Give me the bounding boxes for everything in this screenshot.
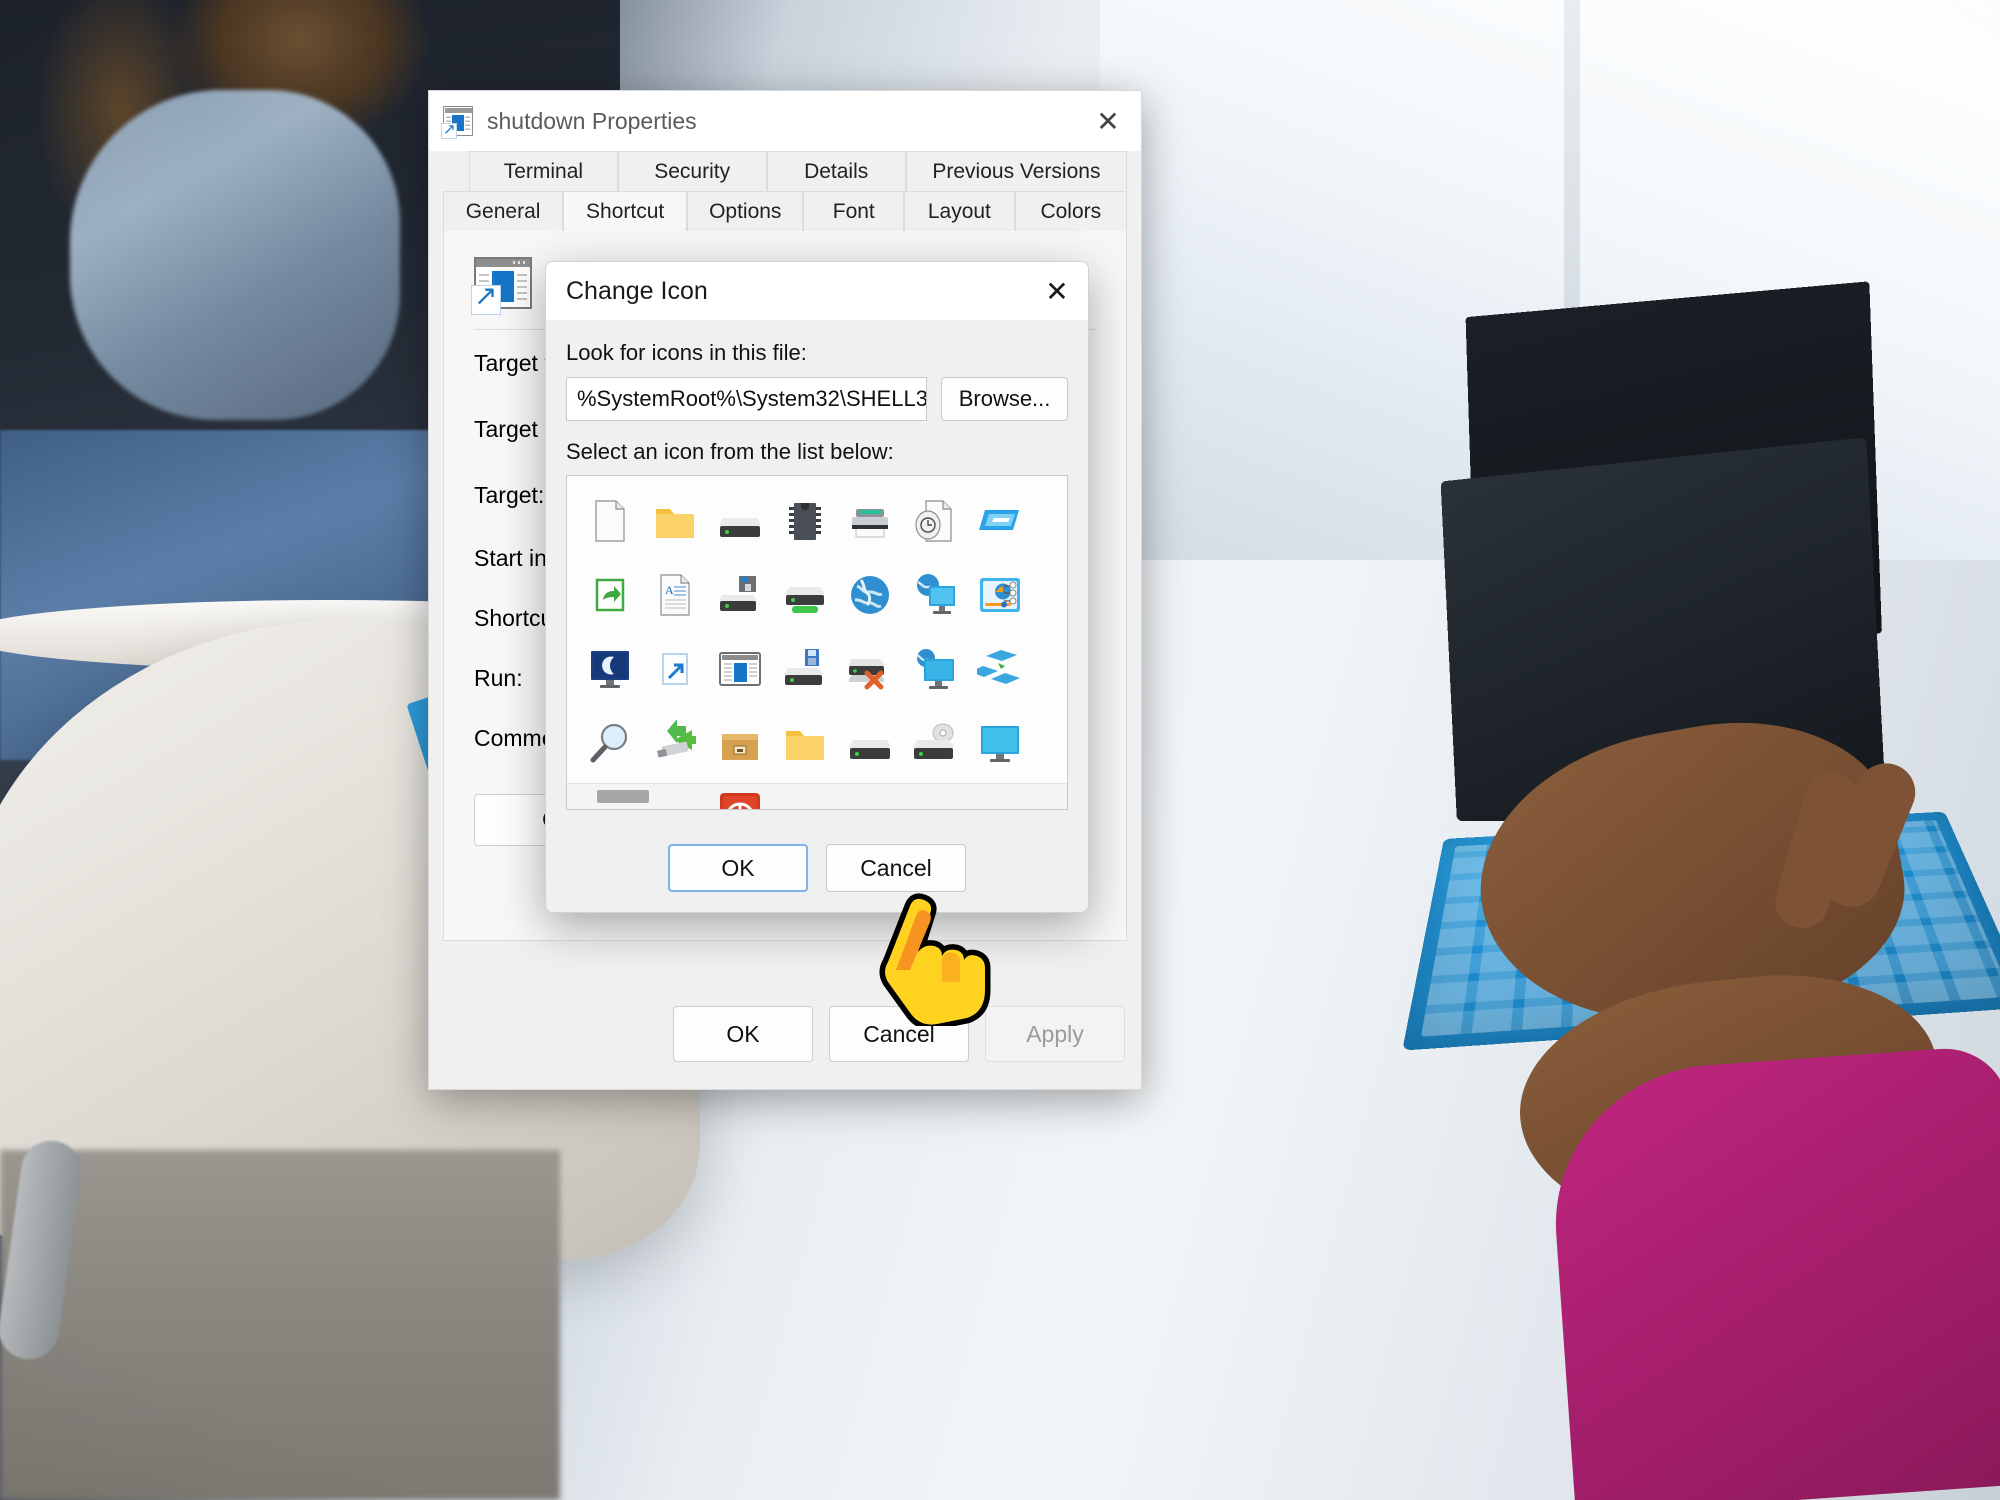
- ok-button[interactable]: OK: [668, 844, 808, 892]
- monitor-icon[interactable]: [967, 706, 1032, 780]
- disk-drive-icon[interactable]: [837, 706, 902, 780]
- globe-monitor-icon[interactable]: [902, 558, 967, 632]
- console-window-icon[interactable]: [707, 632, 772, 706]
- floppy-drive-icon[interactable]: [707, 558, 772, 632]
- shortcut-window-icon-large: [471, 257, 532, 315]
- sleep-monitor-icon[interactable]: [577, 632, 642, 706]
- tab-strip: Terminal Security Details Previous Versi…: [429, 151, 1141, 231]
- globe-icon[interactable]: [837, 558, 902, 632]
- shortcut-arrow-icon[interactable]: [642, 632, 707, 706]
- tab-previous-versions[interactable]: Previous Versions: [905, 151, 1128, 191]
- window-title: shutdown Properties: [487, 107, 697, 134]
- green-share-arrow-icon[interactable]: [577, 558, 642, 632]
- horizontal-scrollbar[interactable]: [567, 783, 1067, 809]
- close-icon[interactable]: ✕: [1026, 262, 1088, 320]
- icon-grid: A: [577, 484, 1067, 809]
- floppy-disk-drive-icon[interactable]: [772, 632, 837, 706]
- close-icon[interactable]: ✕: [1075, 91, 1141, 151]
- cd-drive-icon[interactable]: [902, 706, 967, 780]
- open-folder-icon[interactable]: [772, 706, 837, 780]
- hard-drive-icon[interactable]: [707, 484, 772, 558]
- ok-button[interactable]: OK: [673, 1006, 813, 1062]
- change-icon-body: Look for icons in this file: %SystemRoot…: [546, 320, 1088, 810]
- network-screens-icon[interactable]: [967, 632, 1032, 706]
- svg-text:A: A: [665, 583, 674, 597]
- blank-document-icon[interactable]: [577, 484, 642, 558]
- printer-icon[interactable]: [837, 484, 902, 558]
- tab-general[interactable]: General: [443, 191, 564, 231]
- network-monitor-icon[interactable]: [902, 632, 967, 706]
- cancel-button[interactable]: Cancel: [829, 1006, 969, 1062]
- green-drive-icon[interactable]: [772, 558, 837, 632]
- usb-eject-icon[interactable]: [642, 706, 707, 780]
- tab-details[interactable]: Details: [766, 151, 906, 191]
- shortcut-window-icon: [441, 106, 473, 139]
- icon-list-label: Select an icon from the list below:: [566, 439, 894, 464]
- package-box-icon[interactable]: [707, 706, 772, 780]
- icon-file-input[interactable]: %SystemRoot%\System32\SHELL32.: [566, 377, 928, 421]
- disconnected-drive-icon[interactable]: [837, 632, 902, 706]
- tab-layout[interactable]: Layout: [904, 191, 1015, 231]
- icon-list-box[interactable]: A: [566, 475, 1068, 810]
- tab-terminal[interactable]: Terminal: [469, 151, 618, 191]
- tab-security[interactable]: Security: [617, 151, 767, 191]
- tab-font[interactable]: Font: [803, 191, 905, 231]
- change-icon-dialog: Change Icon ✕ Look for icons in this fil…: [545, 261, 1089, 913]
- document-clock-icon[interactable]: [902, 484, 967, 558]
- properties-footer: OK Cancel Apply: [429, 979, 1141, 1089]
- tab-colors[interactable]: Colors: [1014, 191, 1127, 231]
- change-icon-footer: OK Cancel: [546, 824, 1088, 912]
- apply-button: Apply: [985, 1006, 1125, 1062]
- tab-row-lower: General Shortcut Options Font Layout Col…: [443, 191, 1127, 231]
- properties-titlebar: shutdown Properties ✕: [429, 91, 1141, 151]
- tab-shortcut[interactable]: Shortcut: [563, 191, 688, 231]
- change-icon-titlebar: Change Icon ✕: [546, 262, 1088, 320]
- memory-chip-icon[interactable]: [772, 484, 837, 558]
- tab-row-upper: Terminal Security Details Previous Versi…: [443, 151, 1128, 191]
- file-path-label: Look for icons in this file:: [566, 340, 807, 365]
- magnifier-icon[interactable]: [577, 706, 642, 780]
- tab-options[interactable]: Options: [687, 191, 804, 231]
- text-document-icon[interactable]: A: [642, 558, 707, 632]
- blue-window-stack-icon[interactable]: [967, 484, 1032, 558]
- file-path-row: %SystemRoot%\System32\SHELL32. Browse...: [566, 377, 1068, 421]
- cancel-button[interactable]: Cancel: [826, 844, 966, 892]
- browse-button[interactable]: Browse...: [941, 377, 1068, 421]
- folder-icon[interactable]: [642, 484, 707, 558]
- dialog-title: Change Icon: [566, 276, 708, 305]
- scrollbar-thumb[interactable]: [597, 790, 649, 803]
- control-panel-icon[interactable]: [967, 558, 1032, 632]
